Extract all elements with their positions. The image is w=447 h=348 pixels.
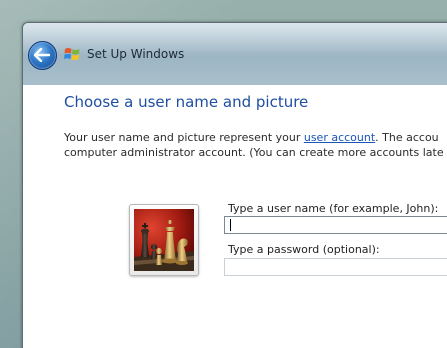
description-line-2: computer administrator account. (You can… <box>64 146 444 159</box>
password-label: Type a password (optional): <box>228 243 380 256</box>
text-caret <box>230 219 231 231</box>
content-area: Choose a user name and picture Your user… <box>23 85 447 348</box>
page-title: Choose a user name and picture <box>64 93 309 111</box>
username-label: Type a user name (for example, John): <box>228 202 439 215</box>
setup-window: Set Up Windows Choose a user name and pi… <box>22 22 447 348</box>
user-picture <box>134 209 194 271</box>
description-text-after-link: . The accou <box>375 131 439 144</box>
user-account-link[interactable]: user account <box>304 131 375 144</box>
password-input[interactable] <box>224 258 447 276</box>
back-button[interactable] <box>28 41 57 70</box>
description-line-1: Your user name and picture represent you… <box>64 130 444 145</box>
window-title: Set Up Windows <box>87 47 185 61</box>
back-arrow-icon <box>34 48 50 62</box>
description-text: Your user name and picture represent you… <box>64 130 444 160</box>
description-text-before-link: Your user name and picture represent you… <box>64 131 304 144</box>
username-input[interactable] <box>224 216 447 234</box>
windows-logo-icon <box>64 48 80 61</box>
title-bar: Set Up Windows <box>23 23 447 85</box>
user-picture-frame[interactable] <box>129 204 199 276</box>
